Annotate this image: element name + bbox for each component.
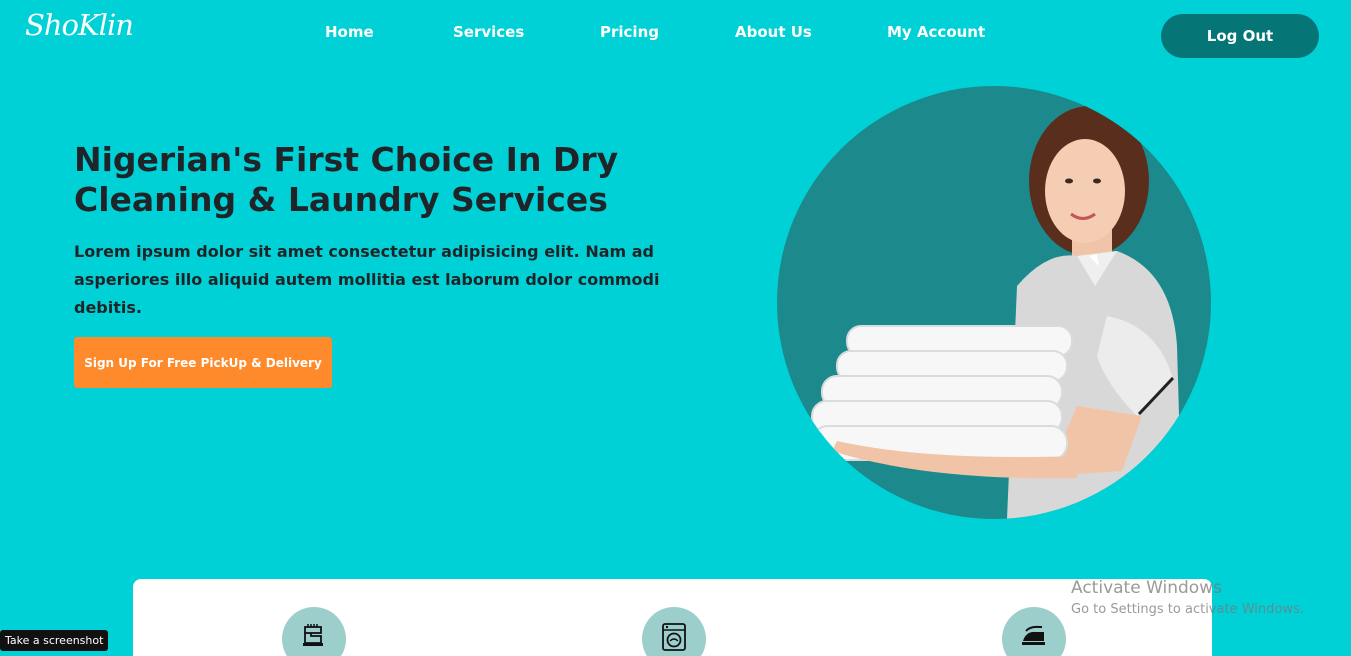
activate-windows-subtitle: Go to Settings to activate Windows. — [1071, 602, 1304, 617]
laundry-worker-illustration — [811, 106, 1182, 519]
sewing-machine-icon[interactable] — [282, 607, 346, 656]
iron-icon[interactable] — [1002, 607, 1066, 656]
take-screenshot-button[interactable]: Take a screenshot — [0, 630, 109, 651]
nav-my-account[interactable]: My Account — [887, 23, 985, 41]
sewing-machine-glyph — [303, 624, 323, 646]
nav-about-us[interactable]: About Us — [735, 23, 812, 41]
activate-windows-watermark: Activate Windows Go to Settings to activ… — [1071, 578, 1304, 617]
logout-button[interactable]: Log Out — [1161, 14, 1319, 58]
washing-machine-icon[interactable] — [642, 607, 706, 656]
iron-glyph — [1022, 625, 1045, 645]
hero-title: Nigerian's First Choice In Dry Cleaning … — [74, 140, 619, 219]
services-card — [133, 579, 1212, 656]
nav-home[interactable]: Home — [325, 23, 374, 41]
washing-machine-glyph — [662, 623, 686, 651]
main-nav: Home Services Pricing About Us My Accoun… — [0, 23, 1351, 45]
hero-image — [777, 86, 1211, 519]
hero-description: Lorem ipsum dolor sit amet consectetur a… — [74, 242, 660, 317]
nav-pricing[interactable]: Pricing — [600, 23, 659, 41]
nav-services[interactable]: Services — [453, 23, 524, 41]
signup-pickup-button[interactable]: Sign Up For Free PickUp & Delivery — [74, 337, 332, 388]
activate-windows-title: Activate Windows — [1071, 578, 1222, 598]
